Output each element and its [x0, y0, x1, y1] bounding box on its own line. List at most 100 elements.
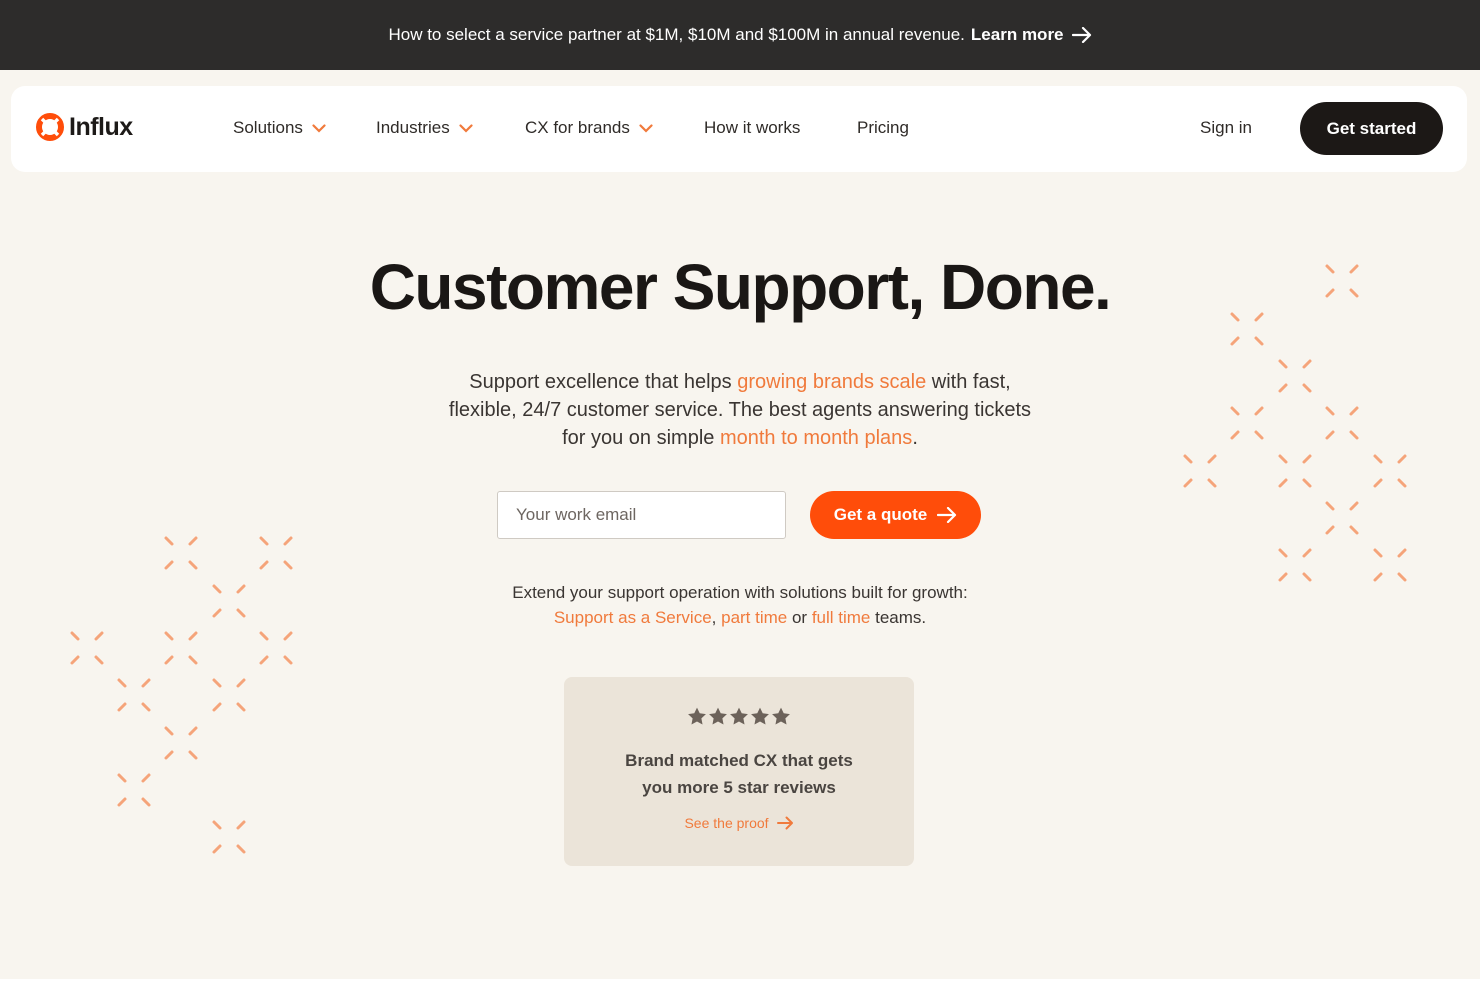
decorative-dash	[259, 536, 269, 546]
month-plans-highlight: month to month plans	[719, 427, 913, 449]
decorative-dash	[1349, 406, 1359, 416]
decorative-dash	[283, 631, 293, 641]
announcement-bar: How to select a service partner at $1M, …	[0, 0, 1480, 70]
decorative-dash	[1278, 548, 1288, 558]
decorative-dash	[188, 560, 198, 570]
logo[interactable]: Influx	[35, 112, 133, 142]
decorative-dash	[164, 631, 174, 641]
main-navigation: Influx Solutions Industries CX for brand…	[11, 86, 1467, 172]
announcement-text: How to select a service partner at $1M, …	[388, 25, 965, 44]
learn-more-link[interactable]: Learn more	[971, 25, 1092, 45]
nav-industries-label: Industries	[376, 118, 450, 137]
decorative-dash	[259, 655, 269, 665]
work-email-input[interactable]	[497, 491, 786, 539]
decorative-dash	[117, 702, 127, 712]
decorative-dash	[1349, 525, 1359, 535]
full-time-link[interactable]: full time	[812, 608, 871, 627]
decorative-dash	[1278, 359, 1288, 369]
get-started-button[interactable]: Get started	[1300, 102, 1443, 155]
proof-line-1: Brand matched CX that gets	[625, 751, 853, 770]
see-the-proof-link[interactable]: See the proof	[564, 815, 914, 831]
nav-pricing[interactable]: Pricing	[857, 118, 909, 138]
decorative-dash	[1397, 572, 1407, 582]
decorative-dash	[1230, 406, 1240, 416]
decorative-dash	[1207, 478, 1217, 488]
decorative-dash	[70, 631, 80, 641]
decorative-dash	[212, 820, 222, 830]
decorative-dash	[212, 678, 222, 688]
decorative-dash	[1254, 336, 1264, 346]
decorative-dash	[1278, 572, 1288, 582]
decorative-dash	[1397, 478, 1407, 488]
separator: ,	[711, 608, 722, 627]
decorative-dash	[283, 560, 293, 570]
decorative-dash	[212, 702, 222, 712]
decorative-dash	[212, 584, 222, 594]
chevron-down-icon	[459, 123, 473, 133]
star-icon	[688, 707, 706, 725]
nav-industries[interactable]: Industries	[376, 118, 473, 138]
decorative-dash	[117, 773, 127, 783]
star-icon	[730, 707, 748, 725]
decorative-dash	[236, 608, 246, 618]
hero-subtitle-text: Support excellence that helps	[469, 371, 738, 393]
nav-cx-for-brands[interactable]: CX for brands	[525, 118, 653, 138]
extend-links: Support as a Service, part time or full …	[440, 605, 1040, 630]
growing-brands-highlight: growing brands scale	[737, 371, 927, 393]
proof-text: Brand matched CX that gets you more 5 st…	[564, 747, 914, 801]
arrow-right-icon	[937, 507, 957, 523]
support-as-a-service-link[interactable]: Support as a Service	[554, 608, 712, 627]
decorative-dash	[259, 631, 269, 641]
decorative-dash	[236, 820, 246, 830]
decorative-dash	[94, 655, 104, 665]
decorative-dash	[1397, 548, 1407, 558]
decorative-dash	[1183, 454, 1193, 464]
decorative-dash	[1397, 454, 1407, 464]
decorative-dash	[1373, 478, 1383, 488]
decorative-dash	[188, 726, 198, 736]
decorative-dash	[188, 631, 198, 641]
decorative-dash	[1302, 572, 1312, 582]
sign-in-link[interactable]: Sign in	[1200, 118, 1252, 138]
extend-text: Extend your support operation with solut…	[512, 583, 968, 602]
decorative-dash	[164, 655, 174, 665]
get-a-quote-button[interactable]: Get a quote	[810, 491, 981, 539]
decorative-dash	[70, 655, 80, 665]
decorative-dash	[164, 536, 174, 546]
nav-solutions-label: Solutions	[233, 118, 303, 137]
decorative-dash	[1254, 430, 1264, 440]
nav-how-it-works[interactable]: How it works	[704, 118, 800, 138]
decorative-dash	[1302, 383, 1312, 393]
decorative-dash	[212, 608, 222, 618]
extend-suffix: teams.	[870, 608, 927, 627]
get-a-quote-label: Get a quote	[833, 505, 928, 524]
decorative-dash	[1373, 454, 1383, 464]
decorative-dash	[236, 844, 246, 854]
decorative-dash	[1349, 430, 1359, 440]
decorative-dash	[1278, 454, 1288, 464]
decorative-dash	[1230, 336, 1240, 346]
decorative-dash	[141, 678, 151, 688]
nav-solutions[interactable]: Solutions	[233, 118, 326, 138]
decorative-dash	[1302, 359, 1312, 369]
decorative-dash	[117, 678, 127, 688]
lifebuoy-icon	[36, 113, 64, 141]
decorative-dash	[236, 678, 246, 688]
part-time-link[interactable]: part time	[721, 608, 787, 627]
arrow-right-icon	[776, 816, 793, 830]
hero-subtitle: Support excellence that helps growing br…	[440, 368, 1040, 452]
star-icon	[709, 707, 727, 725]
decorative-dash	[1325, 525, 1335, 535]
decorative-dash	[1373, 572, 1383, 582]
decorative-dash	[141, 797, 151, 807]
decorative-dash	[1302, 454, 1312, 464]
proof-card: Brand matched CX that gets you more 5 st…	[564, 677, 914, 866]
extend-section: Extend your support operation with solut…	[440, 580, 1040, 630]
hero-subtitle-text: .	[912, 427, 918, 449]
decorative-dash	[1325, 430, 1335, 440]
star-icon	[772, 707, 790, 725]
decorative-dash	[1230, 430, 1240, 440]
nav-pricing-label: Pricing	[857, 118, 909, 137]
decorative-dash	[236, 584, 246, 594]
decorative-dash	[1373, 548, 1383, 558]
